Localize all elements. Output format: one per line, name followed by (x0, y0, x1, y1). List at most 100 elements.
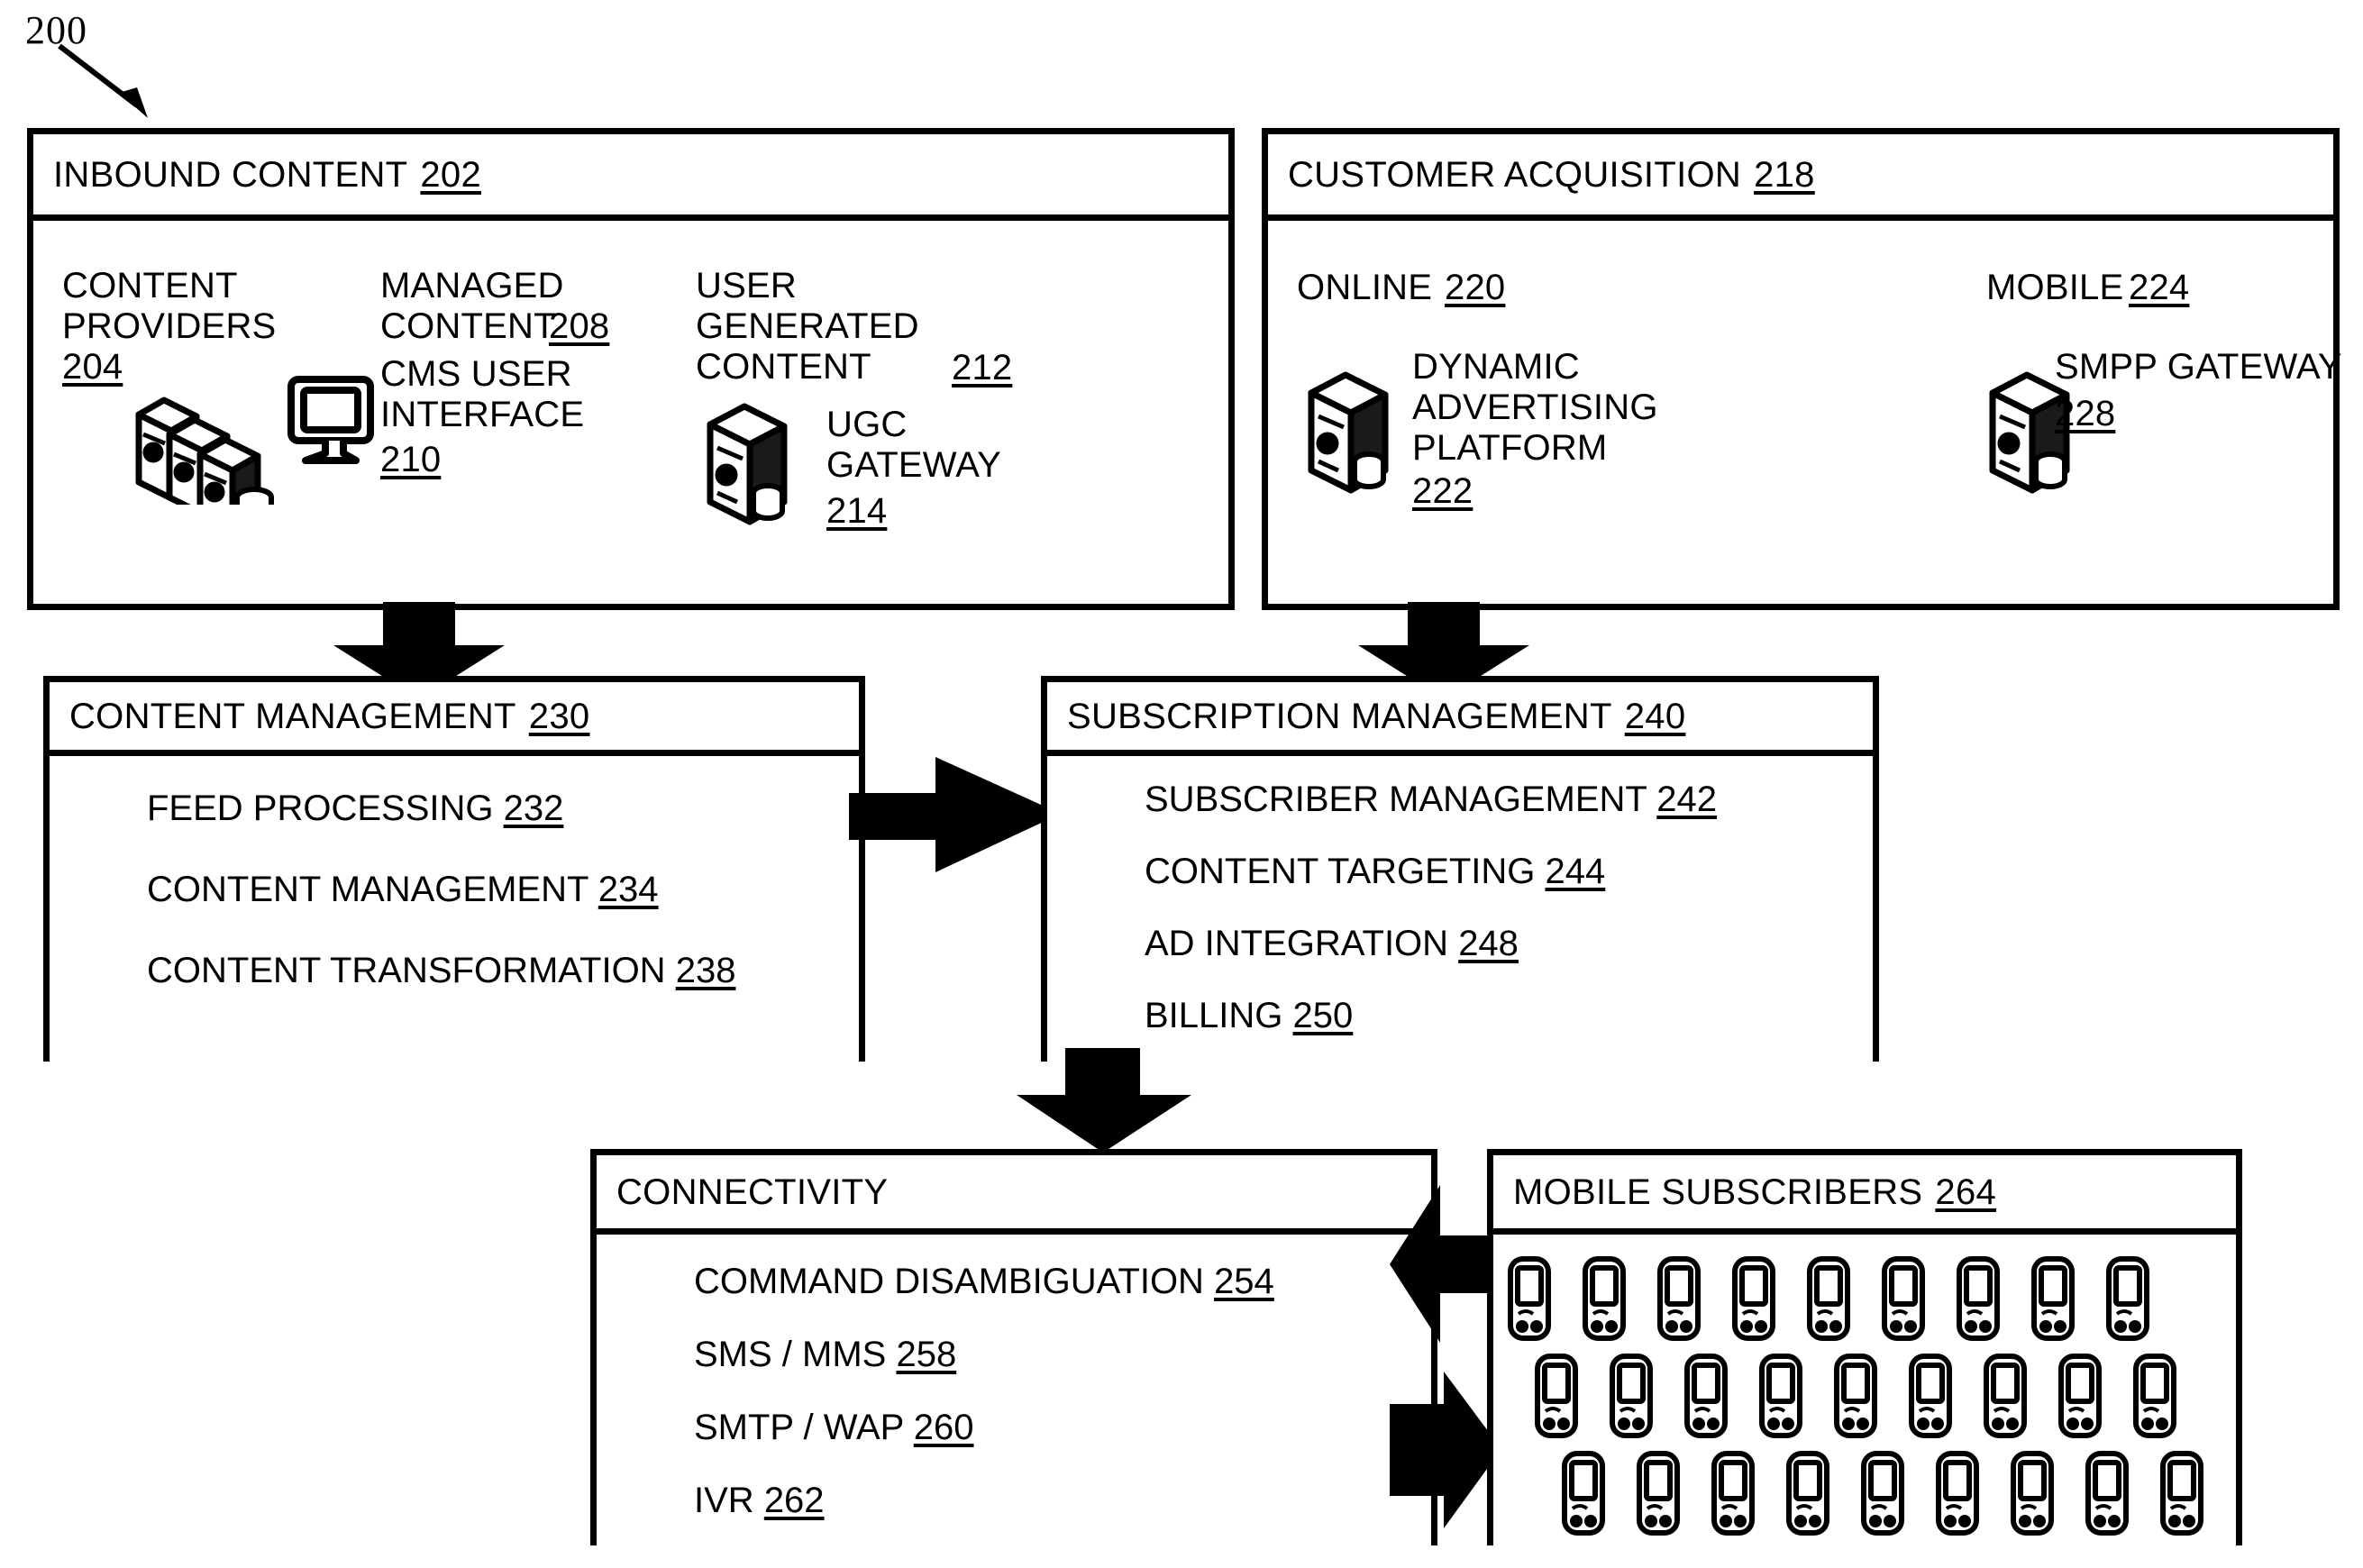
command-disambiguation-label: COMMAND DISAMBIGUATION (694, 1262, 1204, 1301)
mobile-number: 224 (2129, 268, 2190, 307)
dynamic-advertising-platform-server-icon (1297, 360, 1412, 496)
mobile-phone-icon (2084, 1449, 2134, 1544)
mobile-phone-icon (2009, 1449, 2059, 1544)
feed-processing-number: 232 (503, 789, 564, 828)
cms-user-interface-number: 210 (380, 440, 442, 479)
mobile-phone-icon (1859, 1449, 1910, 1544)
content-management-header: CONTENT MANAGEMENT 230 (50, 682, 859, 756)
subscription-management-list-item: BILLING 250 (1145, 998, 1353, 1034)
content-management-box: CONTENT MANAGEMENT 230 FEED PROCESSING 2… (43, 676, 865, 1062)
connectivity-body: COMMAND DISAMBIGUATION 254 SMS / MMS 258… (597, 1235, 1431, 1545)
content-management-list-item: CONTENT MANAGEMENT 234 (147, 871, 659, 907)
mobile-phone-icon (1982, 1352, 2032, 1446)
content-targeting-number: 244 (1545, 852, 1606, 891)
mobile-subscribers-box: MOBILE SUBSCRIBERS 264 (1487, 1149, 2242, 1545)
user-generated-content-number: 212 (952, 348, 1013, 387)
cms-user-interface-label: CMS USER INTERFACE (380, 354, 585, 434)
content-transformation-number: 238 (675, 951, 736, 990)
smpp-gateway-label: SMPP GATEWAY (2055, 347, 2342, 387)
sms-mms-number: 258 (896, 1335, 957, 1374)
mobile-phone-icon (1880, 1254, 1930, 1349)
user-generated-content-label: USER GENERATED CONTENT (696, 266, 919, 387)
mobile-phone-icon (1784, 1449, 1835, 1544)
arrow-subscription-management-to-connectivity (1000, 1048, 1208, 1154)
servers-icon (119, 360, 279, 505)
online-label: ONLINE (1297, 268, 1433, 307)
monitor-icon (278, 367, 385, 475)
mobile-phone-icon (1683, 1352, 1733, 1446)
connectivity-list-item: SMS / MMS 258 (694, 1336, 956, 1372)
customer-acquisition-box: CUSTOMER ACQUISITION 218 ONLINE 220 MOBI… (1262, 128, 2342, 610)
mobile-subscribers-body (1493, 1235, 2236, 1545)
dynamic-advertising-platform-number: 222 (1412, 471, 1473, 511)
content-management-body: FEED PROCESSING 232 CONTENT MANAGEMENT 2… (50, 756, 859, 1062)
mobile-phone-icon (1805, 1254, 1856, 1349)
mobile-phone-icon (1506, 1254, 1556, 1349)
command-disambiguation-number: 254 (1214, 1262, 1274, 1301)
content-providers-label: CONTENT PROVIDERS (62, 266, 277, 346)
content-management-list-item: FEED PROCESSING 232 (147, 790, 563, 826)
subscription-management-number: 240 (1624, 696, 1686, 736)
connectivity-list-item: COMMAND DISAMBIGUATION 254 (694, 1263, 1274, 1299)
ad-integration-label: AD INTEGRATION (1145, 924, 1449, 963)
content-management-title: CONTENT MANAGEMENT (69, 696, 516, 736)
connectivity-title: CONNECTIVITY (616, 1171, 889, 1212)
customer-acquisition-header: CUSTOMER ACQUISITION 218 (1268, 134, 2333, 221)
feed-processing-label: FEED PROCESSING (147, 789, 494, 828)
content-providers-number: 204 (62, 347, 123, 387)
managed-content-number: 208 (549, 306, 610, 346)
connectivity-header: CONNECTIVITY (597, 1155, 1431, 1235)
ugc-gateway-label: UGC GATEWAY (826, 405, 1001, 485)
mobile-label: MOBILE (1986, 268, 2124, 307)
smtp-wap-number: 260 (913, 1408, 974, 1447)
subscription-management-body: SUBSCRIBER MANAGEMENT 242 CONTENT TARGET… (1047, 756, 1873, 1062)
mobile-subscriber-phone-row (1506, 1254, 2233, 1349)
mobile-phone-icon (1907, 1352, 1957, 1446)
mobile-subscriber-phone-grid (1506, 1254, 2233, 1544)
mobile-subscribers-number: 264 (1935, 1171, 1997, 1212)
smtp-wap-label: SMTP / WAP (694, 1408, 904, 1447)
mobile-subscriber-phone-row (1533, 1352, 2233, 1446)
billing-label: BILLING (1145, 996, 1283, 1035)
mobile-phone-icon (1560, 1449, 1610, 1544)
mobile-phone-icon (1710, 1449, 1760, 1544)
customer-acquisition-body: ONLINE 220 MOBILE 224 DYNAMIC ADVERTISIN… (1268, 221, 2342, 604)
mobile-phone-icon (1533, 1352, 1583, 1446)
patent-figure-canvas: 200 INBOUND CONTENT 202 CONTENT PROVIDER… (0, 0, 2363, 1568)
customer-acquisition-title: CUSTOMER ACQUISITION (1288, 154, 1742, 195)
arrow-content-management-to-subscription-management (849, 757, 1065, 874)
inbound-content-header: INBOUND CONTENT 202 (33, 134, 1228, 221)
mobile-phone-icon (1730, 1254, 1781, 1349)
dynamic-advertising-platform-label: DYNAMIC ADVERTISING PLATFORM (1412, 347, 1658, 468)
mobile-phone-icon (2057, 1352, 2107, 1446)
mobile-phone-icon (1955, 1254, 2005, 1349)
inbound-content-number: 202 (420, 154, 482, 195)
mobile-phone-icon (1757, 1352, 1808, 1446)
connectivity-list-item: IVR 262 (694, 1482, 825, 1518)
online-number: 220 (1445, 268, 1506, 307)
connectivity-list-item: SMTP / WAP 260 (694, 1409, 974, 1445)
sms-mms-label: SMS / MMS (694, 1335, 887, 1374)
mobile-phone-icon (1635, 1449, 1685, 1544)
subscriber-management-number: 242 (1656, 779, 1718, 819)
ivr-number: 262 (763, 1481, 825, 1520)
ad-integration-number: 248 (1458, 924, 1519, 963)
content-management-sub-label: CONTENT MANAGEMENT (147, 870, 588, 909)
mobile-phone-icon (2158, 1449, 2209, 1544)
mobile-subscribers-title: MOBILE SUBSCRIBERS (1513, 1171, 1923, 1212)
figure-leader-arrow-icon (54, 41, 162, 126)
mobile-phone-icon (2030, 1254, 2080, 1349)
inbound-content-body: CONTENT PROVIDERS 204 MANAGED CONTENT 20… (33, 221, 1228, 604)
billing-number: 250 (1292, 996, 1354, 1035)
ivr-label: IVR (694, 1481, 754, 1520)
subscription-management-list-item: SUBSCRIBER MANAGEMENT 242 (1145, 781, 1717, 817)
connectivity-box: CONNECTIVITY COMMAND DISAMBIGUATION 254 … (590, 1149, 1437, 1545)
content-management-list-item: CONTENT TRANSFORMATION 238 (147, 953, 735, 989)
smpp-gateway-number: 228 (2055, 394, 2116, 433)
content-targeting-label: CONTENT TARGETING (1145, 852, 1536, 891)
mobile-phone-icon (1656, 1254, 1706, 1349)
content-management-number: 230 (528, 696, 590, 736)
inbound-content-box: INBOUND CONTENT 202 CONTENT PROVIDERS 20… (27, 128, 1235, 610)
subscription-management-box: SUBSCRIPTION MANAGEMENT 240 SUBSCRIBER M… (1041, 676, 1879, 1062)
subscription-management-title: SUBSCRIPTION MANAGEMENT (1067, 696, 1612, 736)
